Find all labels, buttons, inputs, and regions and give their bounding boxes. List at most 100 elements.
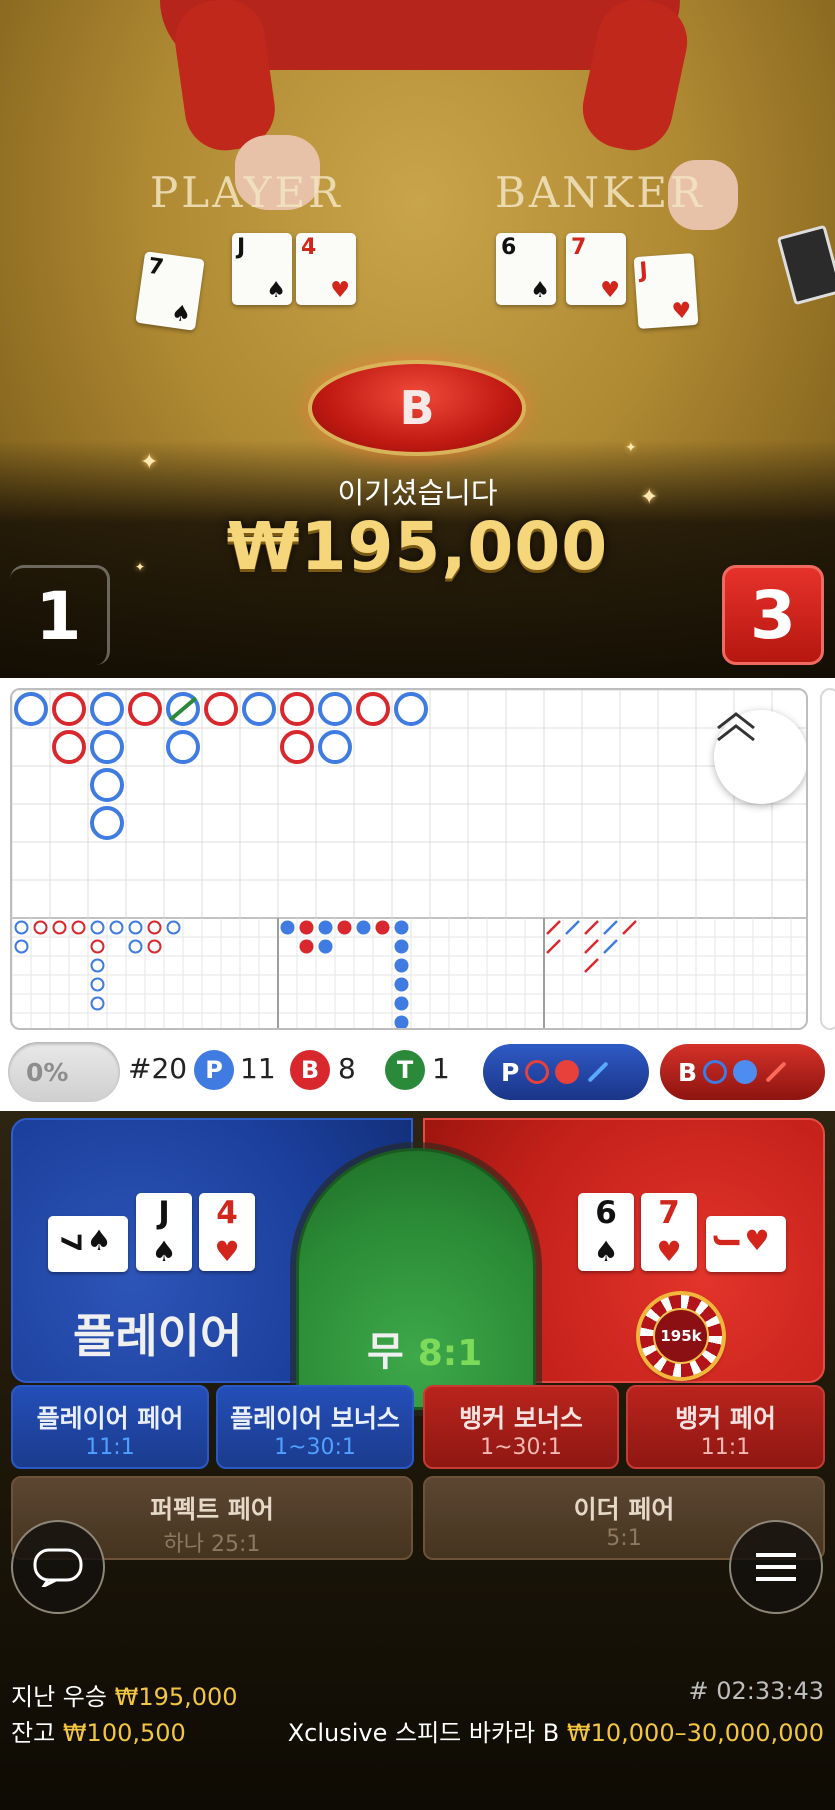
small-road-mark bbox=[14, 920, 29, 935]
small-road-mark bbox=[33, 920, 48, 935]
hamburger-menu-icon bbox=[756, 1553, 796, 1581]
chip-value: 195k bbox=[653, 1308, 709, 1364]
big-road-mark bbox=[280, 730, 314, 764]
chat-button[interactable] bbox=[11, 1520, 105, 1614]
small-road-mark bbox=[147, 920, 162, 935]
big-road-mark bbox=[52, 692, 86, 726]
live-video: PLAYER BANKER 7 ♠ J ♠ 4 ♥ 6 ♠ 7 ♥ J ♥ ✦ ✦ ✦ ✦ B 이기셨… bbox=[0, 0, 835, 678]
small-road-mark bbox=[14, 939, 29, 954]
cockroach-road-mark bbox=[603, 939, 618, 954]
big-road-mark bbox=[204, 692, 238, 726]
win-amount: ₩195,000 bbox=[226, 508, 609, 585]
predict-label: B bbox=[678, 1057, 698, 1087]
menu-button[interactable] bbox=[729, 1520, 823, 1614]
small-road-mark bbox=[71, 920, 86, 935]
small-road-mark bbox=[90, 977, 105, 992]
banker-predict-button[interactable]: B bbox=[660, 1044, 825, 1100]
small-road-mark bbox=[280, 920, 295, 935]
predict-label: P bbox=[501, 1057, 520, 1087]
player-count: 11 bbox=[240, 1052, 276, 1085]
card-rank: 4 bbox=[216, 1195, 238, 1231]
side-bet-name: 플레이어 보너스 bbox=[230, 1404, 400, 1433]
player-predict-button[interactable]: P bbox=[483, 1044, 649, 1100]
side-bet-odds: 11:1 bbox=[700, 1435, 751, 1460]
tie-bet-label: 무 bbox=[367, 1329, 404, 1375]
side-bet-name: 뱅커 페어 bbox=[675, 1404, 776, 1433]
small-road-mark bbox=[90, 996, 105, 1011]
banker-table-card: 7 ♥ bbox=[566, 233, 626, 305]
small-road-mark bbox=[128, 920, 143, 935]
balance-label: 잔고 bbox=[11, 1719, 56, 1747]
side-bet-name: 퍼펙트 페어 bbox=[150, 1495, 274, 1524]
tie-bet-text: 무 8:1 bbox=[367, 1319, 482, 1377]
last-win: 지난 우승 ₩195,000 bbox=[11, 1677, 238, 1712]
card-shoe bbox=[776, 224, 835, 306]
small-road-mark bbox=[299, 920, 314, 935]
banker-score: 3 bbox=[722, 565, 824, 665]
table-word-banker: BANKER bbox=[495, 168, 705, 217]
small-road-mark bbox=[375, 920, 390, 935]
collapse-scoreboard-button[interactable] bbox=[714, 710, 806, 804]
small-road-mark bbox=[394, 939, 409, 954]
small-road-mark bbox=[299, 939, 314, 954]
card-rank: J bbox=[638, 258, 649, 284]
scoreboard[interactable] bbox=[10, 688, 808, 1030]
card-suit: ♠ bbox=[266, 278, 286, 303]
small-road-mark bbox=[356, 920, 371, 935]
player-hand-card: 7 ♠ bbox=[48, 1216, 128, 1272]
card-suit: ♥ bbox=[330, 278, 350, 303]
card-rank: 4 bbox=[301, 235, 317, 260]
betting-area: 플레이어 무 8:1 7 ♠ J ♠ 4 ♥ 6 ♠ 7 ♥ J ♥ 195k 플레이어 페어 11:1… bbox=[0, 1111, 835, 1810]
secondary-scoreboard-peek[interactable] bbox=[820, 688, 835, 1030]
result-badge-letter: B bbox=[399, 381, 435, 435]
card-suit: ♥ bbox=[656, 1235, 682, 1268]
cockroach-road-mark bbox=[546, 920, 561, 935]
banker-hand-card: 7 ♥ bbox=[641, 1193, 697, 1271]
filled-circle-icon bbox=[733, 1060, 758, 1084]
big-road-mark bbox=[90, 806, 124, 840]
cockroach-road-mark bbox=[622, 920, 637, 935]
small-road-mark bbox=[394, 920, 409, 935]
side-bet-odds: 1~30:1 bbox=[274, 1435, 356, 1460]
card-rank: 7 bbox=[146, 253, 166, 281]
player-table-card: J ♠ bbox=[232, 233, 292, 305]
cockroach-road-mark bbox=[584, 958, 599, 973]
card-rank: 6 bbox=[501, 235, 517, 260]
tie-count-badge: T bbox=[385, 1050, 425, 1090]
small-road-mark bbox=[166, 920, 181, 935]
banker-pair-bet[interactable]: 뱅커 페어 11:1 bbox=[626, 1385, 825, 1469]
round-timestamp: # 02:33:43 bbox=[688, 1677, 824, 1705]
small-road-mark bbox=[90, 958, 105, 973]
card-suit: ♠ bbox=[169, 300, 193, 329]
big-road-mark bbox=[318, 692, 352, 726]
small-road-mark bbox=[394, 958, 409, 973]
tie-bet-spot[interactable]: 무 8:1 bbox=[296, 1148, 536, 1410]
percent-toggle[interactable]: 0% bbox=[8, 1042, 120, 1102]
banker-table-card: 6 ♠ bbox=[496, 233, 556, 305]
small-road-mark bbox=[128, 939, 143, 954]
small-road-mark bbox=[90, 939, 105, 954]
last-win-value: ₩195,000 bbox=[114, 1683, 238, 1711]
side-bet-odds: 1~30:1 bbox=[480, 1435, 562, 1460]
player-pair-bet[interactable]: 플레이어 페어 11:1 bbox=[11, 1385, 209, 1469]
win-message: 이기셨습니다 bbox=[337, 476, 498, 510]
card-rank: 7 bbox=[658, 1195, 680, 1231]
player-bonus-bet[interactable]: 플레이어 보너스 1~30:1 bbox=[216, 1385, 414, 1469]
slash-icon bbox=[765, 1061, 787, 1083]
player-hand-card: 4 ♥ bbox=[199, 1193, 255, 1271]
cockroach-road-mark bbox=[603, 920, 618, 935]
result-badge-banker: B bbox=[308, 360, 526, 456]
side-bet-name: 플레이어 페어 bbox=[36, 1404, 184, 1433]
banker-bonus-bet[interactable]: 뱅커 보너스 1~30:1 bbox=[423, 1385, 619, 1469]
card-rank: 7 bbox=[54, 1232, 88, 1253]
hollow-circle-icon bbox=[525, 1060, 550, 1084]
small-road-mark bbox=[90, 920, 105, 935]
tie-odds: 8:1 bbox=[417, 1333, 483, 1374]
cockroach-road-mark bbox=[546, 939, 561, 954]
banker-hand-card: 6 ♠ bbox=[578, 1193, 634, 1271]
card-suit: ♥ bbox=[600, 278, 620, 303]
small-road-mark bbox=[337, 920, 352, 935]
card-rank: J bbox=[158, 1195, 170, 1231]
big-road-mark bbox=[90, 768, 124, 802]
cockroach-road-mark bbox=[584, 939, 599, 954]
